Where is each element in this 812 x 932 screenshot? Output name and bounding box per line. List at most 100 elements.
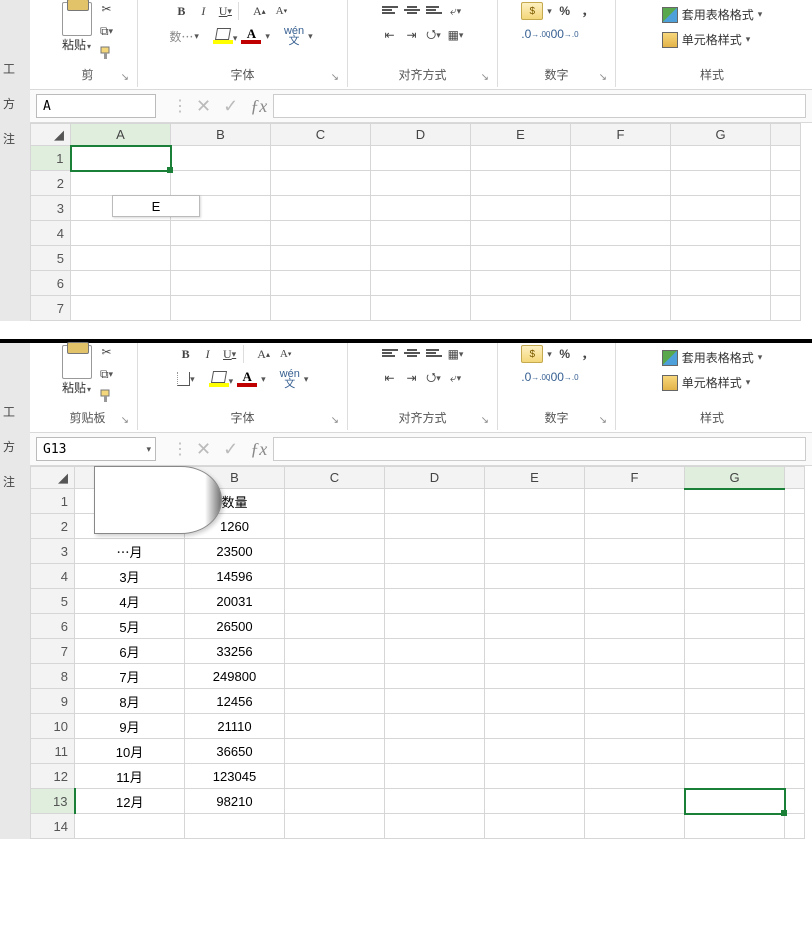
phonetic-guide-button[interactable]: wén文 [284, 26, 304, 46]
cell[interactable]: 10月 [75, 739, 185, 764]
row-header[interactable]: 5 [31, 589, 75, 614]
dialog-launcher-icon[interactable]: ↘ [479, 415, 491, 426]
cell[interactable]: 26500 [185, 614, 285, 639]
col-header[interactable]: D [371, 124, 471, 146]
cell[interactable]: 20031 [185, 589, 285, 614]
underline-button[interactable]: U▾ [221, 345, 239, 363]
decrease-decimal-button[interactable]: .00→.0 [547, 26, 569, 42]
dialog-launcher-icon[interactable]: ↘ [479, 72, 491, 83]
format-painter-icon[interactable] [98, 387, 116, 405]
sidebar-item[interactable]: 工 [3, 403, 27, 420]
phonetic-guide-button[interactable]: wén文 [280, 369, 300, 389]
align-bottom-icon[interactable] [425, 345, 443, 363]
accept-formula-icon[interactable]: ✓ [223, 439, 238, 460]
bold-button[interactable]: B [172, 2, 190, 20]
name-box[interactable]: G13 ▾ [36, 437, 156, 461]
select-all-triangle[interactable]: ◢ [31, 467, 75, 489]
cell[interactable]: 7月 [75, 664, 185, 689]
dialog-launcher-icon[interactable]: ↘ [329, 72, 341, 83]
formula-input[interactable] [273, 94, 806, 118]
selected-cell[interactable] [685, 789, 785, 814]
orientation-icon[interactable]: ⭯▾ [425, 369, 443, 387]
cell[interactable]: ⋯月 [75, 539, 185, 564]
wrap-text-button[interactable]: ⤶▾ [447, 369, 465, 387]
col-header[interactable] [771, 124, 801, 146]
col-header[interactable]: B [171, 124, 271, 146]
col-header[interactable]: E [485, 467, 585, 489]
col-header[interactable]: F [585, 467, 685, 489]
decrease-indent-icon[interactable]: ⇤ [381, 26, 399, 44]
cell[interactable]: 6月 [75, 639, 185, 664]
row-header[interactable]: 6 [31, 271, 71, 296]
cut-icon[interactable]: ✂ [98, 343, 116, 361]
sidebar-item[interactable]: 注 [3, 130, 27, 147]
dialog-launcher-icon[interactable]: ↘ [119, 72, 131, 83]
accounting-format-button[interactable]: $ [521, 345, 543, 363]
row-header[interactable]: 3 [31, 539, 75, 564]
increase-font-icon[interactable]: A▴ [255, 345, 273, 363]
cell[interactable]: 98210 [185, 789, 285, 814]
increase-indent-icon[interactable]: ⇥ [403, 26, 421, 44]
col-header[interactable]: G [685, 467, 785, 489]
cell[interactable]: 8月 [75, 689, 185, 714]
dialog-launcher-icon[interactable]: ↘ [119, 415, 131, 426]
dialog-launcher-icon[interactable]: ↘ [329, 415, 341, 426]
increase-font-icon[interactable]: A▴ [250, 2, 268, 20]
row-header[interactable]: 8 [31, 664, 75, 689]
align-top-icon[interactable] [381, 345, 399, 363]
paste-button[interactable]: 粘贴▾ [60, 343, 94, 398]
autocomplete-popup[interactable]: E [112, 195, 200, 217]
align-bottom-icon[interactable] [425, 2, 443, 20]
decrease-decimal-button[interactable]: .00→.0 [547, 369, 569, 385]
cell-styles-button[interactable]: 单元格样式▾ [662, 31, 751, 48]
cancel-formula-icon[interactable]: ✕ [196, 439, 211, 460]
cell[interactable] [71, 146, 171, 171]
name-box[interactable]: A [36, 94, 156, 118]
font-color-button[interactable]: A [241, 28, 261, 44]
col-header[interactable]: C [285, 467, 385, 489]
cancel-formula-icon[interactable]: ✕ [196, 96, 211, 117]
cell[interactable]: 12456 [185, 689, 285, 714]
row-header[interactable]: 11 [31, 739, 75, 764]
row-header[interactable]: 7 [31, 296, 71, 321]
row-header[interactable]: 7 [31, 639, 75, 664]
format-painter-icon[interactable] [98, 44, 116, 62]
dialog-launcher-icon[interactable]: ↘ [597, 72, 609, 83]
cell[interactable]: 33256 [185, 639, 285, 664]
increase-decimal-button[interactable]: .0→.00 [521, 369, 543, 385]
spreadsheet-grid-bottom[interactable]: ◢ B C D E F G 1数量 21260 3⋯月23500 43月1459… [30, 466, 812, 839]
percent-format-button[interactable]: % [556, 2, 574, 20]
col-header[interactable]: E [471, 124, 571, 146]
merge-center-button[interactable]: ▦▾ [447, 345, 465, 363]
align-middle-icon[interactable] [403, 2, 421, 20]
dialog-launcher-icon[interactable]: ↘ [597, 415, 609, 426]
merge-center-button[interactable]: ▦▾ [447, 26, 465, 44]
percent-format-button[interactable]: % [556, 345, 574, 363]
row-header[interactable]: 13 [31, 789, 75, 814]
select-all-triangle[interactable]: ◢ [31, 124, 71, 146]
cell-styles-button[interactable]: 单元格样式▾ [662, 374, 751, 391]
sidebar-item[interactable]: 工 [3, 60, 27, 77]
cell[interactable]: 5月 [75, 614, 185, 639]
row-header[interactable]: 6 [31, 614, 75, 639]
copy-icon[interactable]: ⧉▾ [98, 22, 116, 40]
cell[interactable]: 123045 [185, 764, 285, 789]
row-header[interactable]: 3 [31, 196, 71, 221]
cell[interactable]: 36650 [185, 739, 285, 764]
col-header[interactable]: C [271, 124, 371, 146]
comma-format-button[interactable]: , [578, 345, 592, 363]
format-as-table-button[interactable]: 套用表格格式▾ [662, 349, 763, 366]
accept-formula-icon[interactable]: ✓ [223, 96, 238, 117]
copy-icon[interactable]: ⧉▾ [98, 365, 116, 383]
spreadsheet-grid-top[interactable]: ◢ A B C D E F G 1 2 3 4 5 6 7 [30, 123, 812, 321]
font-color-button[interactable]: A [237, 371, 257, 387]
sidebar-item[interactable]: 注 [3, 473, 27, 490]
row-header[interactable]: 12 [31, 764, 75, 789]
align-middle-icon[interactable] [403, 345, 421, 363]
col-header[interactable] [785, 467, 805, 489]
row-header[interactable]: 10 [31, 714, 75, 739]
cell[interactable]: 21110 [185, 714, 285, 739]
row-header[interactable]: 1 [31, 489, 75, 514]
align-top-icon[interactable] [381, 2, 399, 20]
decrease-font-icon[interactable]: A▾ [272, 2, 290, 20]
